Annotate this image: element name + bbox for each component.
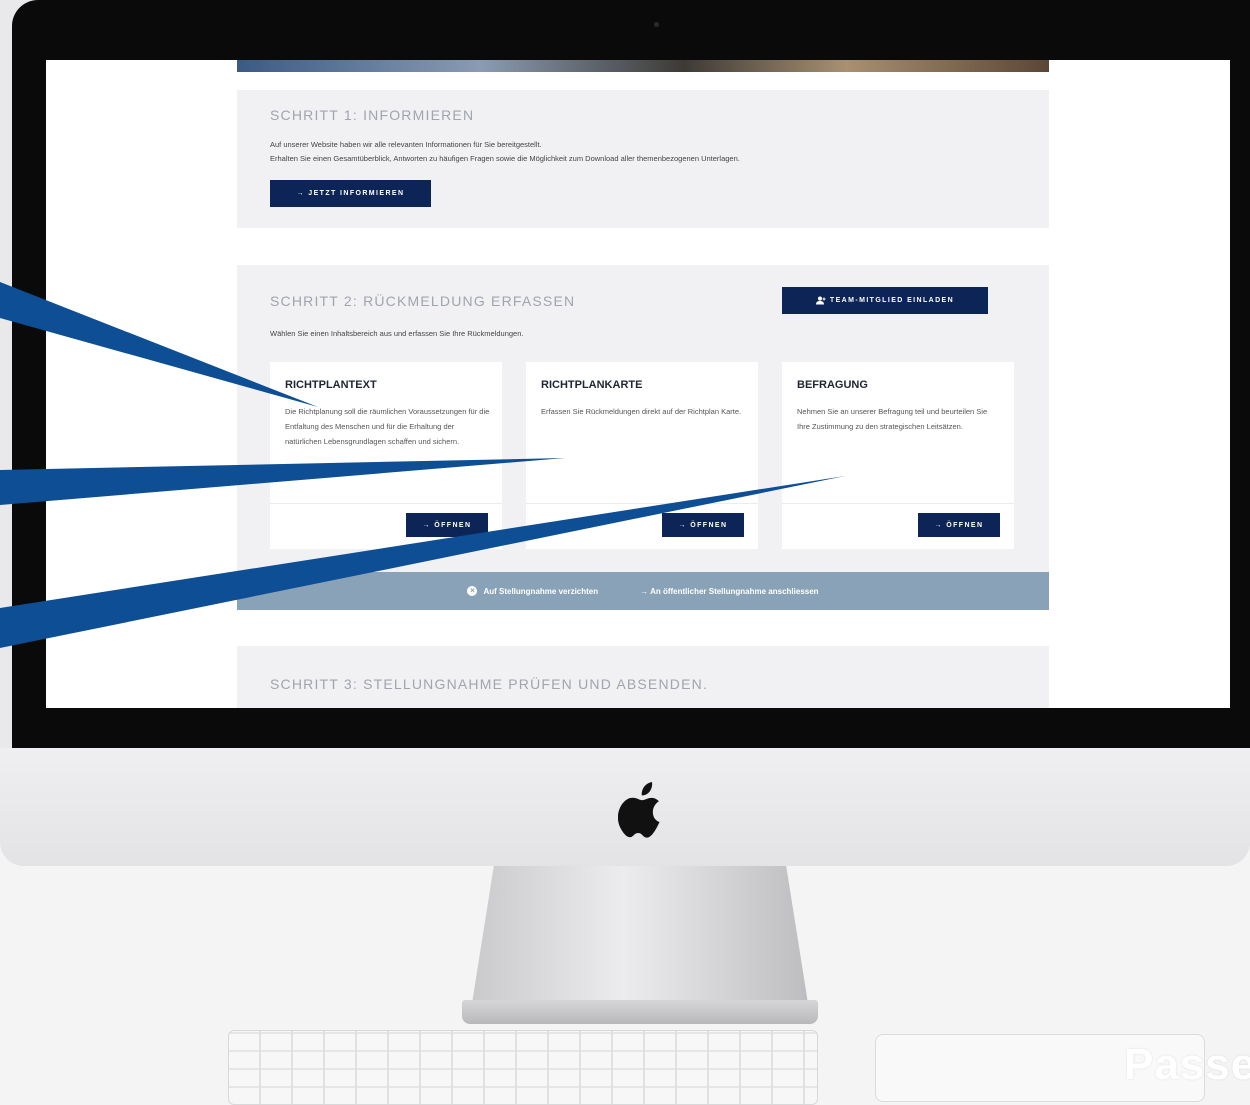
step2-intro: Wählen Sie einen Inhaltsbereich aus und … xyxy=(270,329,524,338)
step1-text-line1: Auf unserer Website haben wir alle relev… xyxy=(270,140,542,149)
camera-dot xyxy=(654,22,659,27)
skip-statement-link[interactable]: × Auf Stellungnahme verzichten xyxy=(467,586,598,596)
step1-section: SCHRITT 1: INFORMIEREN Auf unserer Websi… xyxy=(237,90,1049,228)
screen: SCHRITT 1: INFORMIEREN Auf unserer Websi… xyxy=(46,60,1230,708)
watermark-text: Passe xyxy=(1124,1040,1250,1089)
step3-section: SCHRITT 3: STELLUNGNAHME PRÜFEN UND ABSE… xyxy=(237,646,1049,708)
step1-text-line2: Erhalten Sie einen Gesamtüberblick, Antw… xyxy=(270,154,740,163)
open-richtplantext-button[interactable]: → ÖFFNEN xyxy=(406,513,488,537)
join-public-statement-link[interactable]: → An öffentlicher Stellungnahme anschlie… xyxy=(640,587,818,596)
card-title: RICHTPLANKARTE xyxy=(541,379,643,391)
step3-title: SCHRITT 3: STELLUNGNAHME PRÜFEN UND ABSE… xyxy=(270,676,709,692)
open-befragung-button[interactable]: → ÖFFNEN xyxy=(918,513,1000,537)
imac-stand xyxy=(470,866,810,1016)
step2-title: SCHRITT 2: RÜCKMELDUNG ERFASSEN xyxy=(270,293,576,309)
jetzt-informieren-button[interactable]: → JETZT INFORMIEREN xyxy=(270,180,431,207)
imac-stand-foot xyxy=(462,1000,818,1024)
card-text: Erfassen Sie Rückmeldungen direkt auf de… xyxy=(541,407,742,416)
card-title: BEFRAGUNG xyxy=(797,379,868,391)
step1-title: SCHRITT 1: INFORMIEREN xyxy=(270,107,475,123)
card-richtplankarte: RICHTPLANKARTE Erfassen Sie Rückmeldunge… xyxy=(526,362,758,549)
hero-image-strip xyxy=(237,60,1049,72)
invite-team-member-label: TEAM-MITGLIED EINLADEN xyxy=(829,297,955,304)
keyboard xyxy=(228,1030,818,1105)
step2-action-bar: × Auf Stellungnahme verzichten → An öffe… xyxy=(237,572,1049,610)
skip-statement-label: Auf Stellungnahme verzichten xyxy=(483,586,599,596)
invite-team-member-button[interactable]: TEAM-MITGLIED EINLADEN xyxy=(782,287,988,314)
card-richtplantext: RICHTPLANTEXT Die Richtplanung soll die … xyxy=(270,362,502,549)
close-circle-icon: × xyxy=(467,586,478,596)
card-title: RICHTPLANTEXT xyxy=(285,379,377,391)
card-befragung: BEFRAGUNG Nehmen Sie an unserer Befragun… xyxy=(782,362,1014,549)
card-footer: → ÖFFNEN xyxy=(526,503,758,549)
card-text: Nehmen Sie an unserer Befragung teil und… xyxy=(797,407,988,431)
open-richtplankarte-button[interactable]: → ÖFFNEN xyxy=(662,513,744,537)
card-footer: → ÖFFNEN xyxy=(270,503,502,549)
card-footer: → ÖFFNEN xyxy=(782,503,1014,549)
add-user-icon xyxy=(815,296,826,305)
step2-section: SCHRITT 2: RÜCKMELDUNG ERFASSEN TEAM-MIT… xyxy=(237,265,1049,610)
apple-logo-icon xyxy=(618,782,660,838)
card-text: Die Richtplanung soll die räumlichen Vor… xyxy=(285,407,490,446)
